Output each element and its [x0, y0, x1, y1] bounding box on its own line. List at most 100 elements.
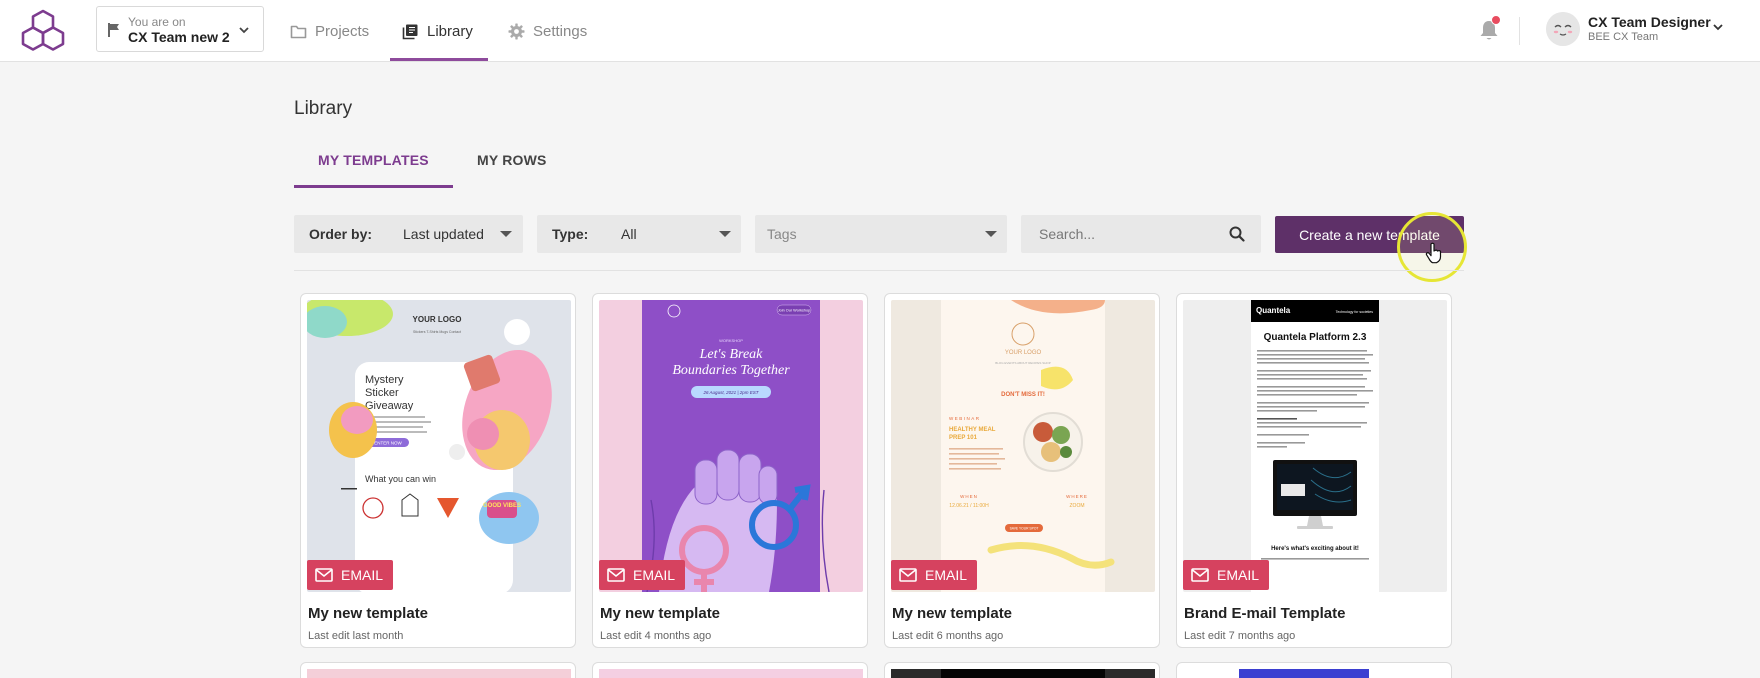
preview-cta: SAVE YOUR SPOT	[1010, 527, 1039, 531]
preview-logo: YOUR LOGO	[413, 315, 462, 324]
user-name[interactable]: CX Team Designer	[1588, 14, 1711, 30]
template-card[interactable]: Quantela Technology for societies Quante…	[1176, 293, 1452, 648]
template-last-edit: Last edit 7 months ago	[1184, 630, 1296, 642]
nav-active-indicator	[390, 58, 488, 61]
preview-cta: ENTER NOW	[374, 441, 402, 446]
type-value: All	[621, 226, 637, 242]
email-badge: EMAIL	[307, 560, 394, 590]
template-thumbnail	[891, 669, 1155, 678]
template-last-edit: Last edit 4 months ago	[600, 630, 712, 642]
page-title: Library	[294, 98, 353, 119]
template-title[interactable]: My new template	[308, 605, 428, 622]
preview-where: ZOOM	[1070, 503, 1085, 509]
tab-my-rows[interactable]: MY ROWS	[477, 152, 547, 168]
template-thumbnail	[307, 669, 571, 678]
tab-active-indicator	[294, 185, 453, 188]
email-badge: EMAIL	[599, 560, 686, 590]
nav-settings[interactable]: Settings	[508, 0, 587, 62]
user-avatar-icon	[1546, 12, 1580, 46]
flag-icon	[108, 23, 119, 37]
nav-projects[interactable]: Projects	[290, 0, 369, 62]
tags-select[interactable]: Tags	[755, 215, 1007, 253]
nav-settings-label: Settings	[533, 22, 588, 40]
preview-when-label: WHEN	[960, 494, 978, 499]
template-card[interactable]	[884, 662, 1160, 678]
preview-sticker-label: GOOD VIBES	[483, 503, 521, 509]
template-title[interactable]: My new template	[892, 605, 1012, 622]
filter-divider	[294, 270, 1464, 271]
preview-date: 26 August, 2021 | 2pm EST	[702, 390, 759, 395]
nav-library[interactable]: Library	[402, 0, 473, 62]
template-card[interactable]: YOUR LOGO Stickers T-Shirts Mugs Contact…	[300, 293, 576, 648]
template-thumbnail	[599, 669, 863, 678]
email-badge-label: EMAIL	[633, 567, 676, 583]
caret-down-icon	[500, 231, 512, 237]
template-title[interactable]: My new template	[600, 605, 720, 622]
order-by-label: Order by:	[309, 226, 373, 242]
template-card[interactable]	[300, 662, 576, 678]
chevron-down-icon	[239, 27, 249, 34]
order-by-select[interactable]: Order by: Last updated	[294, 215, 523, 253]
preview-headline-line3: Giveaway	[365, 400, 414, 412]
search-icon[interactable]	[1229, 226, 1245, 242]
caret-down-icon	[985, 231, 997, 237]
preview-logo: YOUR LOGO	[1005, 350, 1042, 356]
gear-icon	[508, 23, 525, 39]
preview-where-label: WHERE	[1066, 494, 1088, 499]
nav-library-label: Library	[427, 22, 473, 40]
type-select[interactable]: Type: All	[537, 215, 741, 253]
email-badge: EMAIL	[1183, 560, 1270, 590]
tab-my-templates[interactable]: MY TEMPLATES	[318, 152, 429, 168]
user-team: BEE CX Team	[1588, 31, 1659, 43]
envelope-icon	[1191, 568, 1209, 582]
envelope-icon	[607, 568, 625, 582]
email-badge-label: EMAIL	[341, 567, 384, 583]
template-card[interactable]: Join Our Workshop WORKSHOP Let's Break B…	[592, 293, 868, 648]
folder-icon	[290, 25, 307, 38]
template-thumbnail[interactable]: YOUR LOGO BLOG EVENTS ABOUT RECIPES SHOP…	[891, 300, 1155, 592]
chevron-down-icon[interactable]	[1711, 20, 1725, 34]
healthy-meal-preview: YOUR LOGO BLOG EVENTS ABOUT RECIPES SHOP…	[891, 300, 1155, 592]
template-thumbnail[interactable]: Quantela Technology for societies Quante…	[1183, 300, 1447, 592]
template-card[interactable]	[592, 662, 868, 678]
template-thumbnail	[1183, 669, 1447, 678]
project-name: CX Team new 2	[128, 29, 230, 45]
nav-projects-label: Projects	[315, 22, 370, 40]
preview-when: 12.06.21 / 11:00H	[949, 503, 989, 509]
envelope-icon	[315, 568, 333, 582]
preview-tagline: Technology for societies	[1336, 310, 1374, 314]
avatar[interactable]	[1546, 12, 1580, 46]
tags-placeholder: Tags	[767, 226, 797, 242]
project-switcher[interactable]: You are on CX Team new 2	[96, 6, 264, 52]
svg-text:BLOG EVENTS ABOUT RECIPE: BLOG EVENTS ABOUT RECIPES SHOP	[995, 361, 1050, 365]
bee-logo-icon[interactable]	[20, 8, 66, 52]
search-box	[1021, 215, 1261, 253]
preview-headline: Quantela Platform 2.3	[1264, 332, 1367, 343]
template-title[interactable]: Brand E-mail Template	[1184, 605, 1345, 622]
template-last-edit: Last edit 6 months ago	[892, 630, 1004, 642]
preview-headline-line1: HEALTHY MEAL	[949, 427, 996, 433]
header-divider	[1519, 17, 1520, 45]
preview-headline-line1: Mystery	[365, 374, 404, 386]
template-last-edit: Last edit last month	[308, 630, 404, 642]
preview-callout: DON'T MISS IT!	[1001, 392, 1045, 398]
template-card[interactable]	[1176, 662, 1452, 678]
svg-text:Stickers T-Shirts Mugs C: Stickers T-Shirts Mugs Contact	[413, 330, 461, 334]
template-thumbnail[interactable]: YOUR LOGO Stickers T-Shirts Mugs Contact…	[307, 300, 571, 592]
preview-cta: Join Our Workshop	[778, 309, 810, 313]
preview-headline-line2: PREP 101	[949, 435, 978, 441]
preview-section-title: What you can win	[365, 474, 436, 484]
email-badge: EMAIL	[891, 560, 978, 590]
caret-down-icon	[719, 231, 731, 237]
top-bar: You are on CX Team new 2 Projects Librar…	[0, 0, 1760, 62]
preview-kicker: WEBINAR	[949, 416, 981, 421]
template-card[interactable]: YOUR LOGO BLOG EVENTS ABOUT RECIPES SHOP…	[884, 293, 1160, 648]
search-input[interactable]	[1021, 215, 1221, 253]
envelope-icon	[899, 568, 917, 582]
preview-footer: Here's what's exciting about it!	[1271, 546, 1359, 552]
project-switcher-caption: You are on	[128, 15, 186, 29]
library-icon	[402, 24, 418, 39]
template-thumbnail[interactable]: Join Our Workshop WORKSHOP Let's Break B…	[599, 300, 863, 592]
email-badge-label: EMAIL	[1217, 567, 1260, 583]
email-badge-label: EMAIL	[925, 567, 968, 583]
